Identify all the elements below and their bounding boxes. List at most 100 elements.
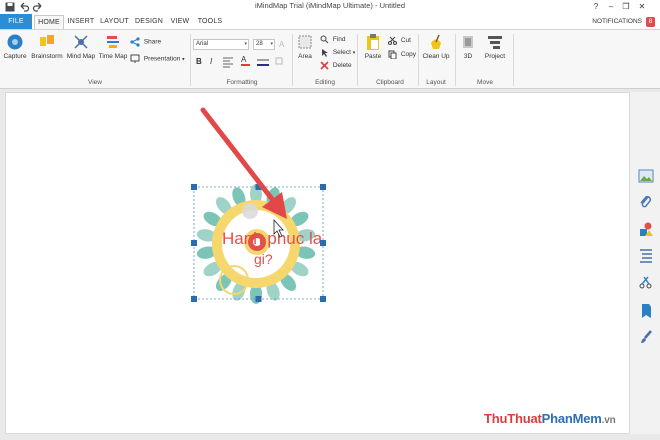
ribbon: Capture Brainstorm Mind Map Time Map Sha… xyxy=(0,29,660,89)
canvas-drawing: Hanh phuc la gi? xyxy=(191,107,326,304)
title-bar: iMindMap Trial (iMindMap Ultimate) - Unt… xyxy=(0,0,660,14)
image-icon[interactable] xyxy=(638,168,654,184)
font-name-select[interactable]: Arial ▾ xyxy=(193,39,249,50)
separator xyxy=(292,34,293,86)
central-idea-text-2: gi? xyxy=(254,251,273,267)
delete-label: Delete xyxy=(332,62,352,70)
resize-handle[interactable] xyxy=(320,296,326,302)
tab-home[interactable]: HOME xyxy=(34,15,64,29)
cut-button[interactable]: Cut xyxy=(388,36,411,45)
cut-label: Cut xyxy=(400,37,411,45)
presentation-button[interactable]: Presentation ▾ xyxy=(130,54,185,64)
tab-layout[interactable]: LAYOUT xyxy=(99,15,130,29)
time-map-icon xyxy=(107,36,119,48)
tag-icon[interactable] xyxy=(638,303,654,319)
paste-label: Paste xyxy=(364,53,382,60)
fill-icon[interactable] xyxy=(274,56,284,68)
tab-insert[interactable]: INSERT xyxy=(66,15,96,29)
resize-handle[interactable] xyxy=(191,296,197,302)
chevron-down-icon: ▾ xyxy=(244,41,247,47)
group-label-view: View xyxy=(88,79,102,86)
font-size-select[interactable]: 28 ▾ xyxy=(253,39,275,50)
3d-label: 3D xyxy=(463,53,473,60)
central-idea[interactable]: Hanh phuc la gi? xyxy=(196,184,323,304)
outline-icon[interactable] xyxy=(638,247,654,263)
presentation-icon xyxy=(130,54,140,63)
find-label: Find xyxy=(332,36,346,44)
line-color-icon[interactable] xyxy=(256,56,270,68)
clean-up-button[interactable]: Clean Up xyxy=(421,33,451,60)
mind-map-button[interactable]: Mind Map xyxy=(66,33,96,60)
connector-handle[interactable] xyxy=(242,203,258,219)
separator xyxy=(513,34,514,86)
tab-file[interactable]: FILE xyxy=(0,14,32,29)
text-color-swatch xyxy=(241,64,250,66)
3d-button[interactable]: 3D xyxy=(459,33,477,60)
scissors-icon xyxy=(388,36,397,45)
group-label-editing: Editing xyxy=(315,79,335,86)
resize-handle[interactable] xyxy=(191,240,197,246)
notifications-badge: 8 xyxy=(646,17,655,27)
project-button[interactable]: Project xyxy=(481,33,509,60)
central-idea-text-1: Hanh phuc la xyxy=(222,229,323,248)
text-color-button[interactable]: A xyxy=(241,55,250,66)
copy-button[interactable]: Copy xyxy=(388,50,416,59)
watermark-part-3: .vn xyxy=(601,415,616,426)
italic-button[interactable]: I xyxy=(210,57,212,66)
font-name-value: Arial xyxy=(196,41,209,47)
font-grow-icon[interactable]: A xyxy=(278,39,288,49)
capture-button[interactable]: Capture xyxy=(2,33,28,60)
project-label: Project xyxy=(484,53,506,60)
select-button[interactable]: Select ▾ xyxy=(320,48,355,57)
area-icon xyxy=(298,35,312,49)
cursor-icon xyxy=(322,49,328,57)
resize-handle[interactable] xyxy=(191,184,197,190)
chevron-down-icon: ▾ xyxy=(270,41,273,47)
mind-map-icon xyxy=(74,35,88,49)
area-button[interactable]: Area xyxy=(296,33,314,60)
share-button[interactable]: Share xyxy=(130,37,161,47)
time-map-button[interactable]: Time Map xyxy=(98,33,128,60)
shapes-icon[interactable] xyxy=(638,221,654,237)
svg-text:A: A xyxy=(279,40,285,49)
minimize-button[interactable]: – xyxy=(604,1,618,13)
resize-handle[interactable] xyxy=(320,240,326,246)
brainstorm-button[interactable]: Brainstorm xyxy=(30,33,64,60)
tab-view[interactable]: VIEW xyxy=(169,15,191,29)
chevron-down-icon: ▾ xyxy=(352,50,356,57)
find-button[interactable]: Find xyxy=(320,35,345,44)
close-button[interactable]: ✕ xyxy=(635,1,649,13)
separator xyxy=(455,34,456,86)
notifications-button[interactable]: NOTIFICATIONS xyxy=(592,15,642,29)
paste-button[interactable]: Paste xyxy=(362,33,384,60)
brainstorm-label: Brainstorm xyxy=(31,53,63,60)
presentation-label: Presentation xyxy=(143,55,181,63)
select-label: Select xyxy=(332,49,351,57)
area-label: Area xyxy=(298,53,312,60)
resize-handle[interactable] xyxy=(255,296,262,302)
delete-button[interactable]: Delete xyxy=(320,61,352,70)
font-size-value: 28 xyxy=(256,41,263,47)
align-icon[interactable] xyxy=(222,56,234,68)
tab-tools[interactable]: TOOLS xyxy=(196,15,224,29)
restore-button[interactable]: ❐ xyxy=(619,1,633,13)
help-button[interactable]: ? xyxy=(589,1,603,13)
group-label-move: Move xyxy=(477,79,493,86)
resize-handle[interactable] xyxy=(320,184,326,190)
clean-up-label: Clean Up xyxy=(422,53,450,60)
search-icon xyxy=(320,35,329,44)
window-title: iMindMap Trial (iMindMap Ultimate) - Unt… xyxy=(254,1,406,10)
clipart-icon[interactable] xyxy=(638,274,654,290)
bold-button[interactable]: B xyxy=(196,57,202,66)
tab-design[interactable]: DESIGN xyxy=(134,15,164,29)
attachment-icon[interactable] xyxy=(638,194,654,210)
chevron-down-icon: ▾ xyxy=(182,56,185,63)
text-color-label: A xyxy=(241,55,247,64)
separator xyxy=(190,34,191,86)
share-label: Share xyxy=(143,38,162,46)
mind-map-label: Mind Map xyxy=(66,53,96,60)
watermark-logo: ThuThuatPhanMem.vn xyxy=(484,411,616,426)
3d-icon xyxy=(463,36,473,48)
mind-map-canvas[interactable]: Hanh phuc la gi? xyxy=(5,92,630,434)
brush-icon[interactable] xyxy=(638,329,654,345)
